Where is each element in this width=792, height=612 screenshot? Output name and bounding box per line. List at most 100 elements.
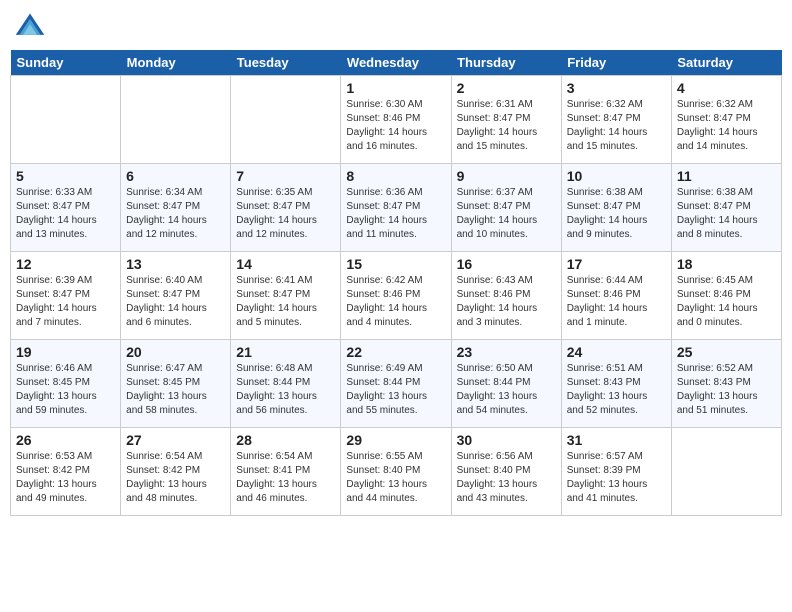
day-number: 20 (126, 344, 225, 360)
calendar-cell: 10 Sunrise: 6:38 AM Sunset: 8:47 PM Dayli… (561, 164, 671, 252)
calendar-cell: 18 Sunrise: 6:45 AM Sunset: 8:46 PM Dayli… (671, 252, 781, 340)
day-number: 9 (457, 168, 556, 184)
calendar-cell: 20 Sunrise: 6:47 AM Sunset: 8:45 PM Dayli… (121, 340, 231, 428)
day-info: Sunrise: 6:47 AM Sunset: 8:45 PM Dayligh… (126, 362, 225, 418)
day-number: 14 (236, 256, 335, 272)
calendar-cell (671, 428, 781, 516)
day-number: 15 (346, 256, 445, 272)
calendar-week-row: 1 Sunrise: 6:30 AM Sunset: 8:46 PM Daylig… (11, 76, 782, 164)
logo (14, 10, 50, 42)
day-number: 26 (16, 432, 115, 448)
day-number: 24 (567, 344, 666, 360)
calendar-week-row: 5 Sunrise: 6:33 AM Sunset: 8:47 PM Daylig… (11, 164, 782, 252)
calendar-header-row: SundayMondayTuesdayWednesdayThursdayFrid… (11, 50, 782, 76)
day-number: 7 (236, 168, 335, 184)
calendar-cell: 13Sunrise: 6:40 AM Sunset: 8:47 PM Dayli… (121, 252, 231, 340)
day-info: Sunrise: 6:52 AM Sunset: 8:43 PM Dayligh… (677, 362, 776, 418)
day-info: Sunrise: 6:57 AM Sunset: 8:39 PM Dayligh… (567, 450, 666, 506)
calendar-cell: 4 Sunrise: 6:32 AM Sunset: 8:47 PM Daylig… (671, 76, 781, 164)
day-info: Sunrise: 6:43 AM Sunset: 8:46 PM Dayligh… (457, 274, 556, 330)
calendar-cell: 26 Sunrise: 6:53 AM Sunset: 8:42 PM Dayli… (11, 428, 121, 516)
day-info: Sunrise: 6:32 AM Sunset: 8:47 PM Dayligh… (567, 98, 666, 154)
day-number: 1 (346, 80, 445, 96)
col-header-tuesday: Tuesday (231, 50, 341, 76)
calendar-cell: 27 Sunrise: 6:54 AM Sunset: 8:42 PM Dayli… (121, 428, 231, 516)
day-number: 22 (346, 344, 445, 360)
calendar-cell: 17 Sunrise: 6:44 AM Sunset: 8:46 PM Dayli… (561, 252, 671, 340)
calendar-cell: 22 Sunrise: 6:49 AM Sunset: 8:44 PM Dayli… (341, 340, 451, 428)
day-info: Sunrise: 6:42 AM Sunset: 8:46 PM Dayligh… (346, 274, 445, 330)
calendar-cell: 30 Sunrise: 6:56 AM Sunset: 8:40 PM Dayli… (451, 428, 561, 516)
day-info: Sunrise: 6:44 AM Sunset: 8:46 PM Dayligh… (567, 274, 666, 330)
day-number: 4 (677, 80, 776, 96)
day-number: 19 (16, 344, 115, 360)
day-info: Sunrise: 6:36 AM Sunset: 8:47 PM Dayligh… (346, 186, 445, 242)
page-header (10, 10, 782, 42)
day-info: Sunrise: 6:55 AM Sunset: 8:40 PM Dayligh… (346, 450, 445, 506)
calendar-cell: 9 Sunrise: 6:37 AM Sunset: 8:47 PM Daylig… (451, 164, 561, 252)
day-info: Sunrise: 6:45 AM Sunset: 8:46 PM Dayligh… (677, 274, 776, 330)
col-header-wednesday: Wednesday (341, 50, 451, 76)
day-number: 28 (236, 432, 335, 448)
day-number: 27 (126, 432, 225, 448)
day-number: 21 (236, 344, 335, 360)
col-header-friday: Friday (561, 50, 671, 76)
day-number: 30 (457, 432, 556, 448)
day-info: Sunrise: 6:32 AM Sunset: 8:47 PM Dayligh… (677, 98, 776, 154)
day-number: 16 (457, 256, 556, 272)
day-info: Sunrise: 6:50 AM Sunset: 8:44 PM Dayligh… (457, 362, 556, 418)
day-info: Sunrise: 6:37 AM Sunset: 8:47 PM Dayligh… (457, 186, 556, 242)
calendar-table: SundayMondayTuesdayWednesdayThursdayFrid… (10, 50, 782, 516)
calendar-cell (231, 76, 341, 164)
day-number: 2 (457, 80, 556, 96)
col-header-thursday: Thursday (451, 50, 561, 76)
day-info: Sunrise: 6:56 AM Sunset: 8:40 PM Dayligh… (457, 450, 556, 506)
day-info: Sunrise: 6:38 AM Sunset: 8:47 PM Dayligh… (567, 186, 666, 242)
day-number: 13 (126, 256, 225, 272)
col-header-saturday: Saturday (671, 50, 781, 76)
day-info: Sunrise: 6:38 AM Sunset: 8:47 PM Dayligh… (677, 186, 776, 242)
day-info: Sunrise: 6:46 AM Sunset: 8:45 PM Dayligh… (16, 362, 115, 418)
day-number: 5 (16, 168, 115, 184)
day-info: Sunrise: 6:30 AM Sunset: 8:46 PM Dayligh… (346, 98, 445, 154)
col-header-monday: Monday (121, 50, 231, 76)
calendar-cell: 11Sunrise: 6:38 AM Sunset: 8:47 PM Dayli… (671, 164, 781, 252)
calendar-week-row: 26 Sunrise: 6:53 AM Sunset: 8:42 PM Dayli… (11, 428, 782, 516)
calendar-cell: 7 Sunrise: 6:35 AM Sunset: 8:47 PM Daylig… (231, 164, 341, 252)
calendar-cell (11, 76, 121, 164)
day-info: Sunrise: 6:49 AM Sunset: 8:44 PM Dayligh… (346, 362, 445, 418)
calendar-cell: 5 Sunrise: 6:33 AM Sunset: 8:47 PM Daylig… (11, 164, 121, 252)
day-number: 31 (567, 432, 666, 448)
calendar-cell: 31 Sunrise: 6:57 AM Sunset: 8:39 PM Dayli… (561, 428, 671, 516)
day-number: 23 (457, 344, 556, 360)
day-number: 25 (677, 344, 776, 360)
calendar-cell (121, 76, 231, 164)
day-info: Sunrise: 6:39 AM Sunset: 8:47 PM Dayligh… (16, 274, 115, 330)
day-info: Sunrise: 6:53 AM Sunset: 8:42 PM Dayligh… (16, 450, 115, 506)
day-number: 17 (567, 256, 666, 272)
day-info: Sunrise: 6:34 AM Sunset: 8:47 PM Dayligh… (126, 186, 225, 242)
day-number: 10 (567, 168, 666, 184)
col-header-sunday: Sunday (11, 50, 121, 76)
calendar-cell: 23 Sunrise: 6:50 AM Sunset: 8:44 PM Dayli… (451, 340, 561, 428)
calendar-cell: 1 Sunrise: 6:30 AM Sunset: 8:46 PM Daylig… (341, 76, 451, 164)
calendar-week-row: 12 Sunrise: 6:39 AM Sunset: 8:47 PM Dayli… (11, 252, 782, 340)
calendar-cell: 3 Sunrise: 6:32 AM Sunset: 8:47 PM Daylig… (561, 76, 671, 164)
day-info: Sunrise: 6:35 AM Sunset: 8:47 PM Dayligh… (236, 186, 335, 242)
day-number: 3 (567, 80, 666, 96)
calendar-cell: 12 Sunrise: 6:39 AM Sunset: 8:47 PM Dayli… (11, 252, 121, 340)
day-info: Sunrise: 6:51 AM Sunset: 8:43 PM Dayligh… (567, 362, 666, 418)
logo-icon (14, 10, 46, 42)
day-info: Sunrise: 6:33 AM Sunset: 8:47 PM Dayligh… (16, 186, 115, 242)
calendar-week-row: 19 Sunrise: 6:46 AM Sunset: 8:45 PM Dayli… (11, 340, 782, 428)
day-number: 18 (677, 256, 776, 272)
calendar-cell: 14Sunrise: 6:41 AM Sunset: 8:47 PM Dayli… (231, 252, 341, 340)
calendar-cell: 24 Sunrise: 6:51 AM Sunset: 8:43 PM Dayli… (561, 340, 671, 428)
calendar-cell: 15 Sunrise: 6:42 AM Sunset: 8:46 PM Dayli… (341, 252, 451, 340)
day-info: Sunrise: 6:31 AM Sunset: 8:47 PM Dayligh… (457, 98, 556, 154)
day-info: Sunrise: 6:54 AM Sunset: 8:42 PM Dayligh… (126, 450, 225, 506)
day-number: 12 (16, 256, 115, 272)
calendar-cell: 29Sunrise: 6:55 AM Sunset: 8:40 PM Dayli… (341, 428, 451, 516)
calendar-cell: 25 Sunrise: 6:52 AM Sunset: 8:43 PM Dayli… (671, 340, 781, 428)
calendar-cell: 2 Sunrise: 6:31 AM Sunset: 8:47 PM Daylig… (451, 76, 561, 164)
